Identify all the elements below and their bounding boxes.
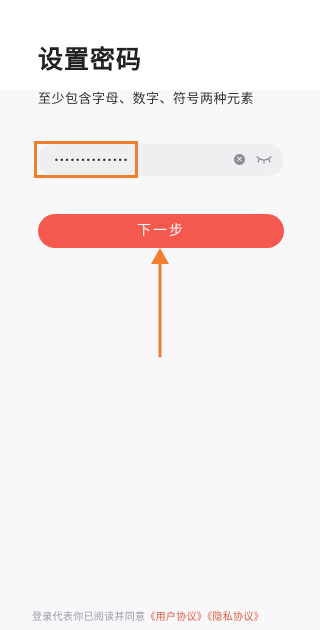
agreement-footer: 登录代表你已阅读并同意《用户协议》《隐私协议》	[32, 608, 320, 623]
annotation-arrow-up	[151, 248, 169, 358]
eye-closed-icon[interactable]	[255, 152, 273, 166]
next-step-button[interactable]: 下一步	[38, 214, 284, 248]
privacy-agreement-link[interactable]: 《隐私协议》	[207, 612, 264, 623]
page-title: 设置密码	[38, 45, 143, 74]
user-agreement-link[interactable]: 《用户协议》	[145, 612, 207, 623]
password-requirement-hint: 至少包含字母、数字、符号两种元素	[38, 92, 255, 107]
annotation-highlight-box	[34, 141, 138, 178]
clear-input-icon[interactable]: ✕	[234, 154, 245, 165]
agreement-prefix: 登录代表你已阅读并同意	[32, 612, 146, 623]
